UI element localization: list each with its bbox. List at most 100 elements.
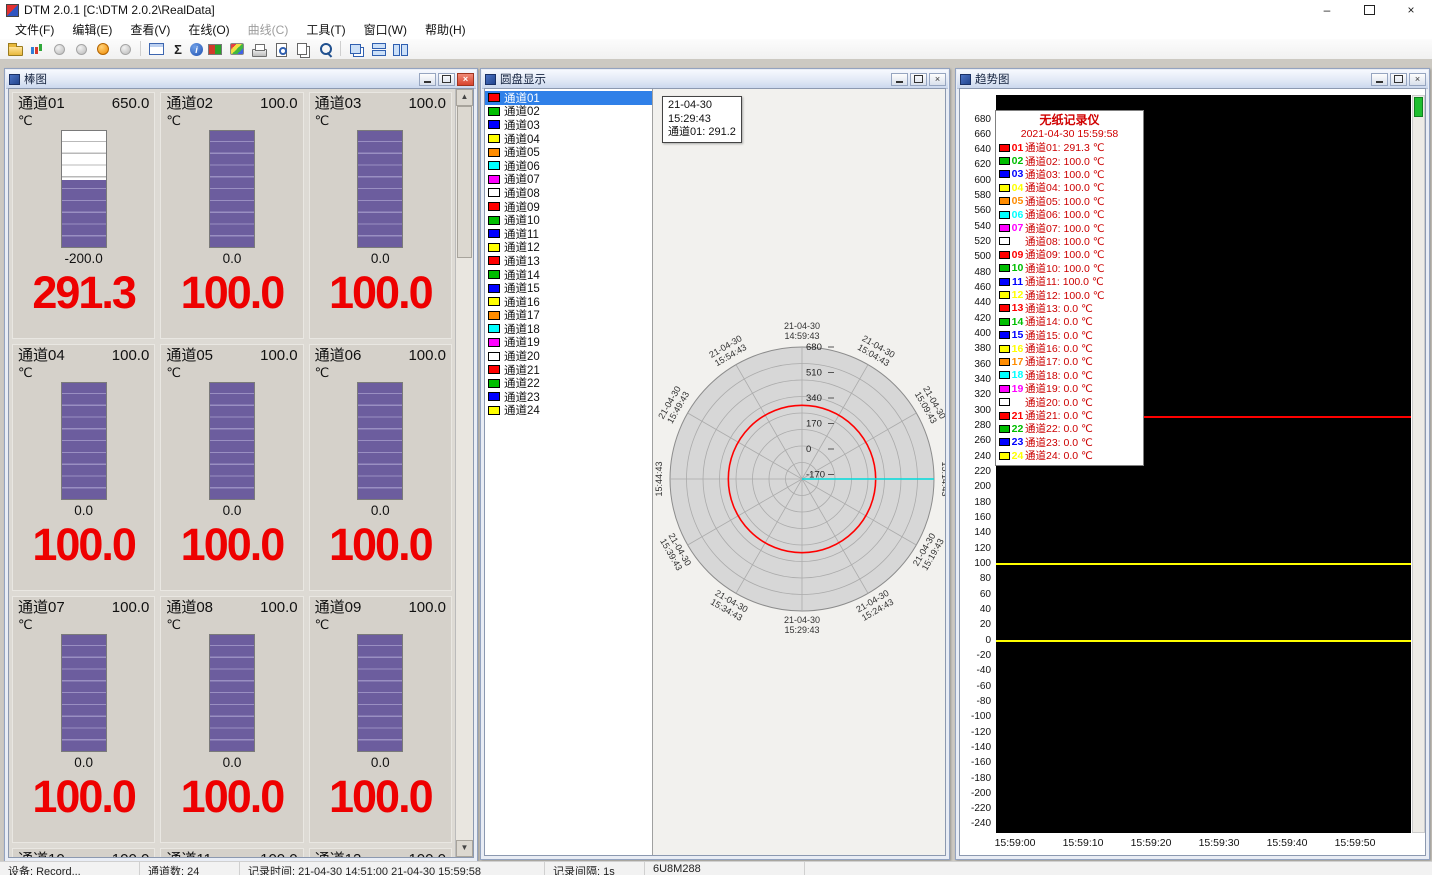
- open-folder-icon[interactable]: [5, 40, 25, 58]
- bar-cell-6: 通道06100.0℃0.0100.0: [309, 344, 452, 591]
- scale-min: 0.0: [166, 755, 297, 770]
- legend-color-swatch: [999, 264, 1010, 272]
- scale-min: 0.0: [166, 251, 297, 266]
- scroll-down-icon[interactable]: ▼: [456, 840, 473, 857]
- trend-close-button[interactable]: ×: [1409, 73, 1426, 86]
- channel-name: 通道12: [315, 851, 362, 857]
- print-preview-icon[interactable]: [271, 40, 291, 58]
- app-icon: [6, 4, 19, 17]
- title-bar[interactable]: DTM 2.0.1 [C:\DTM 2.0.2\RealData] – ×: [0, 0, 1432, 20]
- disc-restore-button[interactable]: [910, 73, 927, 86]
- y-axis-label: -60: [961, 682, 991, 692]
- bar-gauge-fill: [358, 131, 402, 247]
- close-button[interactable]: ×: [1390, 0, 1432, 20]
- disc-close-button[interactable]: ×: [929, 73, 946, 86]
- y-axis-label: 320: [961, 390, 991, 400]
- disc-window-titlebar[interactable]: 圆盘显示 ×: [482, 70, 948, 89]
- status-bar: 设备: Record...通道数: 24记录时间: 21-04-30 14:51…: [0, 861, 1432, 875]
- channel-color-swatch: [488, 93, 500, 102]
- disc-minimize-button[interactable]: [891, 73, 908, 86]
- legend-row-6: 06通道06: 100.0 ℃: [996, 208, 1143, 221]
- legend-color-swatch: [999, 157, 1010, 165]
- next-icon[interactable]: [71, 40, 91, 58]
- menu-item-file[interactable]: 文件(F): [6, 19, 63, 40]
- y-axis-label: 480: [961, 268, 991, 278]
- bar-restore-button[interactable]: [438, 73, 455, 86]
- sum-icon[interactable]: Σ: [168, 40, 188, 58]
- legend-row-13: 13通道13: 0.0 ℃: [996, 302, 1143, 315]
- bar-gauge-fill: [210, 635, 254, 751]
- trend-minimize-button[interactable]: [1371, 73, 1388, 86]
- application-window: DTM 2.0.1 [C:\DTM 2.0.2\RealData] – × 文件…: [0, 0, 1432, 875]
- menu-item-curve[interactable]: 曲线(C): [239, 19, 298, 40]
- minimize-button[interactable]: –: [1306, 0, 1348, 20]
- channel-color-swatch: [488, 270, 500, 279]
- menu-item-help[interactable]: 帮助(H): [416, 19, 475, 40]
- y-axis-label: 360: [961, 360, 991, 370]
- chart-icon[interactable]: [27, 40, 47, 58]
- unit-label: ℃: [315, 113, 446, 128]
- status-segment-1: 设备: Record...: [0, 862, 140, 875]
- menu-item-tools[interactable]: 工具(T): [297, 19, 354, 40]
- scale-min: 0.0: [18, 755, 149, 770]
- channel-name: 通道07: [18, 599, 65, 617]
- scroll-up-icon[interactable]: ▲: [456, 89, 473, 106]
- channel-value: 100.0: [166, 771, 297, 823]
- bar-cell-7: 通道07100.0℃0.0100.0: [12, 596, 155, 843]
- unit-label: ℃: [166, 617, 297, 632]
- menu-item-online[interactable]: 在线(O): [179, 19, 238, 40]
- online-ball-icon[interactable]: [93, 40, 113, 58]
- trend-scrollbar[interactable]: [1412, 95, 1425, 833]
- bar-window-titlebar[interactable]: 棒图 ×: [6, 70, 476, 89]
- bar-gauge: [61, 382, 107, 500]
- y-axis-label: 160: [961, 513, 991, 523]
- bar-scrollbar[interactable]: ▲ ▼: [455, 89, 473, 857]
- series-line-24: [996, 640, 1411, 642]
- palette-icon[interactable]: [227, 40, 247, 58]
- bar-gauge: [357, 130, 403, 248]
- y-axis-label: 300: [961, 406, 991, 416]
- scroll-thumb[interactable]: [457, 106, 472, 258]
- unit-label: ℃: [18, 617, 149, 632]
- y-axis-label: 540: [961, 222, 991, 232]
- unit-label: ℃: [166, 365, 297, 380]
- legend-row-7: 07通道07: 100.0 ℃: [996, 221, 1143, 234]
- channel-list-item-24[interactable]: 通道24: [485, 404, 652, 418]
- trend-restore-button[interactable]: [1390, 73, 1407, 86]
- y-axis-label: -140: [961, 743, 991, 753]
- print-icon[interactable]: [249, 40, 269, 58]
- x-axis-label: 15:59:50: [1325, 837, 1385, 849]
- bar-gauge-fill: [62, 383, 106, 499]
- info-icon[interactable]: i: [190, 43, 203, 56]
- legend-color-swatch: [999, 398, 1010, 406]
- svg-text:21-04-3015:29:43: 21-04-3015:29:43: [784, 615, 820, 635]
- tile-horizontal-icon[interactable]: [368, 40, 388, 58]
- trend-scroll-thumb[interactable]: [1414, 97, 1423, 117]
- channel-color-swatch: [488, 216, 500, 225]
- offline-ball-icon[interactable]: [115, 40, 135, 58]
- trend-window-titlebar[interactable]: 趋势图 ×: [957, 70, 1428, 89]
- svg-text:510: 510: [806, 368, 822, 379]
- copy-icon[interactable]: [293, 40, 313, 58]
- legend-channel-number: 16: [1010, 343, 1025, 355]
- channel-name: 通道03: [315, 95, 362, 113]
- prev-icon[interactable]: [49, 40, 69, 58]
- legend-color-swatch: [999, 197, 1010, 205]
- menu-item-edit[interactable]: 编辑(E): [63, 19, 121, 40]
- channel-color-swatch: [488, 120, 500, 129]
- menu-item-window[interactable]: 窗口(W): [355, 19, 416, 40]
- cascade-windows-icon[interactable]: [346, 40, 366, 58]
- legend-row-17: 17通道17: 0.0 ℃: [996, 355, 1143, 368]
- record-icon[interactable]: [205, 40, 225, 58]
- bar-close-button[interactable]: ×: [457, 73, 474, 86]
- search-icon[interactable]: [315, 40, 335, 58]
- unit-label: ℃: [166, 113, 297, 128]
- maximize-button[interactable]: [1348, 0, 1390, 20]
- channel-name: 通道02: [166, 95, 213, 113]
- data-table-icon[interactable]: [146, 40, 166, 58]
- tile-vertical-icon[interactable]: [390, 40, 410, 58]
- legend-color-swatch: [999, 345, 1010, 353]
- menu-item-view[interactable]: 查看(V): [121, 19, 179, 40]
- bar-window-icon: [9, 74, 20, 85]
- bar-minimize-button[interactable]: [419, 73, 436, 86]
